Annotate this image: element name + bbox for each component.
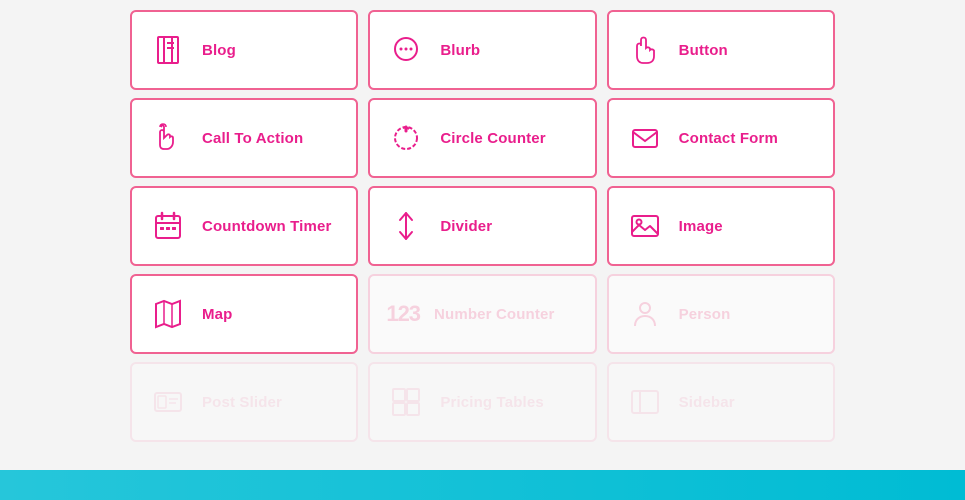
pricing-tables-label: Pricing Tables xyxy=(440,394,544,411)
widget-contact-form[interactable]: Contact Form xyxy=(607,98,835,178)
divider-arrow-icon xyxy=(386,206,426,246)
widget-call-to-action[interactable]: Call To Action xyxy=(130,98,358,178)
widget-pricing-tables[interactable]: Pricing Tables xyxy=(368,362,596,442)
countdown-timer-label: Countdown Timer xyxy=(202,218,331,235)
envelope-icon xyxy=(625,118,665,158)
sidebar-label: Sidebar xyxy=(679,394,735,411)
widget-sidebar[interactable]: Sidebar xyxy=(607,362,835,442)
book-icon xyxy=(148,30,188,70)
chat-icon xyxy=(386,30,426,70)
widget-grid: Blog Blurb xyxy=(0,0,965,452)
map-label: Map xyxy=(202,306,232,323)
post-slider-label: Post Slider xyxy=(202,394,282,411)
post-slider-icon xyxy=(148,382,188,422)
widget-image[interactable]: Image xyxy=(607,186,835,266)
person-icon xyxy=(625,294,665,334)
circle-refresh-icon xyxy=(386,118,426,158)
widget-person[interactable]: Person xyxy=(607,274,835,354)
calendar-icon xyxy=(148,206,188,246)
sidebar-icon xyxy=(625,382,665,422)
blurb-label: Blurb xyxy=(440,42,480,59)
contact-form-label: Contact Form xyxy=(679,130,778,147)
widget-map[interactable]: Map xyxy=(130,274,358,354)
widget-post-slider[interactable]: Post Slider xyxy=(130,362,358,442)
grid-row-2: Call To Action Circle Counter xyxy=(130,98,835,178)
widget-number-counter[interactable]: 123 Number Counter xyxy=(368,274,596,354)
image-icon xyxy=(625,206,665,246)
widget-countdown-timer[interactable]: Countdown Timer xyxy=(130,186,358,266)
call-to-action-label: Call To Action xyxy=(202,130,303,147)
button-label: Button xyxy=(679,42,728,59)
grid-row-4: Map 123 Number Counter Person xyxy=(130,274,835,354)
grid-row-5: Post Slider Pricing Tables xyxy=(130,362,835,442)
page-wrapper: Blog Blurb xyxy=(0,0,965,500)
image-label: Image xyxy=(679,218,723,235)
hand-icon xyxy=(625,30,665,70)
map-icon xyxy=(148,294,188,334)
number-icon: 123 xyxy=(386,301,420,327)
circle-counter-label: Circle Counter xyxy=(440,130,545,147)
number-counter-label: Number Counter xyxy=(434,306,554,323)
widget-blurb[interactable]: Blurb xyxy=(368,10,596,90)
person-label: Person xyxy=(679,306,731,323)
grid-row-1: Blog Blurb xyxy=(130,10,835,90)
pointer-icon xyxy=(148,118,188,158)
bottom-teal-bar xyxy=(0,470,965,500)
divider-label: Divider xyxy=(440,218,492,235)
widget-circle-counter[interactable]: Circle Counter xyxy=(368,98,596,178)
blog-label: Blog xyxy=(202,42,236,59)
widget-blog[interactable]: Blog xyxy=(130,10,358,90)
grid-icon xyxy=(386,382,426,422)
widget-divider[interactable]: Divider xyxy=(368,186,596,266)
widget-button[interactable]: Button xyxy=(607,10,835,90)
grid-row-3: Countdown Timer Divider xyxy=(130,186,835,266)
